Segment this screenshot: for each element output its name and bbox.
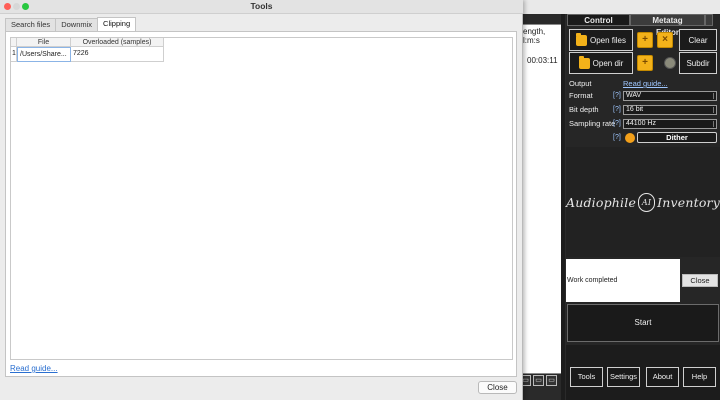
brand-logo: Audiophile AI Inventory xyxy=(566,147,720,257)
about-button[interactable]: About xyxy=(646,367,679,387)
read-guide-link[interactable]: Read guide... xyxy=(10,364,58,373)
clear-button[interactable]: Clear xyxy=(679,29,717,51)
remove-icon[interactable]: × xyxy=(657,32,673,48)
close-button[interactable]: Close xyxy=(478,381,517,394)
dialog-titlebar[interactable]: Tools xyxy=(0,0,523,14)
subdir-toggle-icon[interactable] xyxy=(664,57,676,69)
output-label: Output xyxy=(569,79,592,88)
logo-monogram-icon: AI xyxy=(638,192,656,212)
column-header-overloaded[interactable]: Overloaded (samples) xyxy=(71,38,164,47)
dither-help-icon[interactable]: [?] xyxy=(613,133,621,143)
sampling-rate-select[interactable]: 44100 Hz xyxy=(623,119,717,129)
file-list-length-header: ength, l:m:s xyxy=(523,27,546,45)
list-tool-icon[interactable]: ▭ xyxy=(533,375,544,386)
help-button[interactable]: Help xyxy=(683,367,716,387)
tab-metatag-editor[interactable]: Metatag Editor xyxy=(630,14,705,37)
tab-control[interactable]: Control xyxy=(567,14,630,26)
dialog-title: Tools xyxy=(250,1,273,11)
format-select[interactable]: WAV xyxy=(623,91,717,101)
format-help-icon[interactable]: [?] xyxy=(613,91,621,101)
clipping-table[interactable]: File Overloaded (samples) 1 /Users/Share… xyxy=(10,37,513,360)
status-message: Work completed xyxy=(566,259,680,302)
status-close-button[interactable]: Close xyxy=(682,274,718,287)
bit-depth-label: Bit depth xyxy=(569,105,599,114)
logo-text-left: Audiophile xyxy=(566,194,637,210)
open-files-button[interactable]: Open files xyxy=(569,29,633,51)
table-cell-overloaded[interactable]: 7226 xyxy=(71,47,164,62)
dither-button[interactable]: Dither xyxy=(637,132,717,143)
tab-clipping[interactable]: Clipping xyxy=(97,17,137,32)
list-tool-icon[interactable]: ▭ xyxy=(546,375,557,386)
tab-overflow[interactable] xyxy=(705,14,713,26)
open-dir-button[interactable]: Open dir xyxy=(569,52,633,74)
tools-dialog: Tools Search files Downmix Clipping File… xyxy=(0,0,523,400)
tab-downmix[interactable]: Downmix xyxy=(55,18,99,31)
table-cell-file[interactable]: /Users/Share... xyxy=(17,47,71,62)
format-label: Format xyxy=(569,91,593,100)
file-list[interactable]: ength, l:m:s 00:03:11 xyxy=(520,24,562,374)
dialog-tabs: Search files Downmix Clipping xyxy=(5,17,137,32)
file-list-duration: 00:03:11 xyxy=(527,56,558,65)
open-files-label: Open files xyxy=(589,35,627,45)
add-icon[interactable]: + xyxy=(637,32,653,48)
sampling-rate-help-icon[interactable]: [?] xyxy=(613,119,621,129)
sampling-rate-label: Sampling rate xyxy=(569,119,616,128)
read-guide-link[interactable]: Read guide... xyxy=(623,79,668,89)
add-folder-icon[interactable]: + xyxy=(637,55,653,71)
column-header-file[interactable]: File xyxy=(17,38,71,47)
tools-button[interactable]: Tools xyxy=(570,367,603,387)
open-dir-label: Open dir xyxy=(592,58,624,68)
logo-text-right: Inventory xyxy=(657,194,720,210)
bit-depth-help-icon[interactable]: [?] xyxy=(613,105,621,115)
pane-divider[interactable] xyxy=(561,14,565,400)
dither-indicator-icon[interactable] xyxy=(625,133,635,143)
start-button[interactable]: Start xyxy=(567,304,719,342)
tab-search-files[interactable]: Search files xyxy=(5,18,57,31)
subdir-button[interactable]: Subdir xyxy=(679,52,717,74)
folder-icon xyxy=(575,32,587,46)
control-tabs: Control Metatag Editor xyxy=(567,14,713,37)
bit-depth-select[interactable]: 16 bit xyxy=(623,105,717,115)
clipping-panel: File Overloaded (samples) 1 /Users/Share… xyxy=(5,31,517,377)
settings-button[interactable]: Settings xyxy=(607,367,640,387)
folder-icon xyxy=(578,55,590,69)
